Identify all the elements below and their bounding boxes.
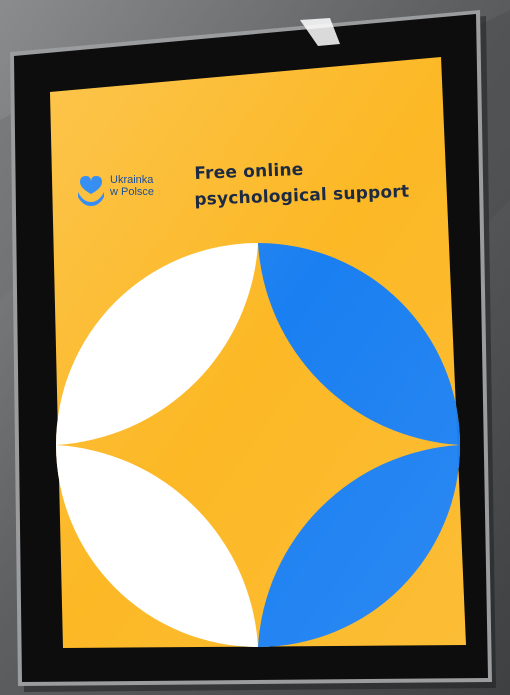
photo-scene xyxy=(0,0,510,695)
glass-glare xyxy=(50,57,466,648)
